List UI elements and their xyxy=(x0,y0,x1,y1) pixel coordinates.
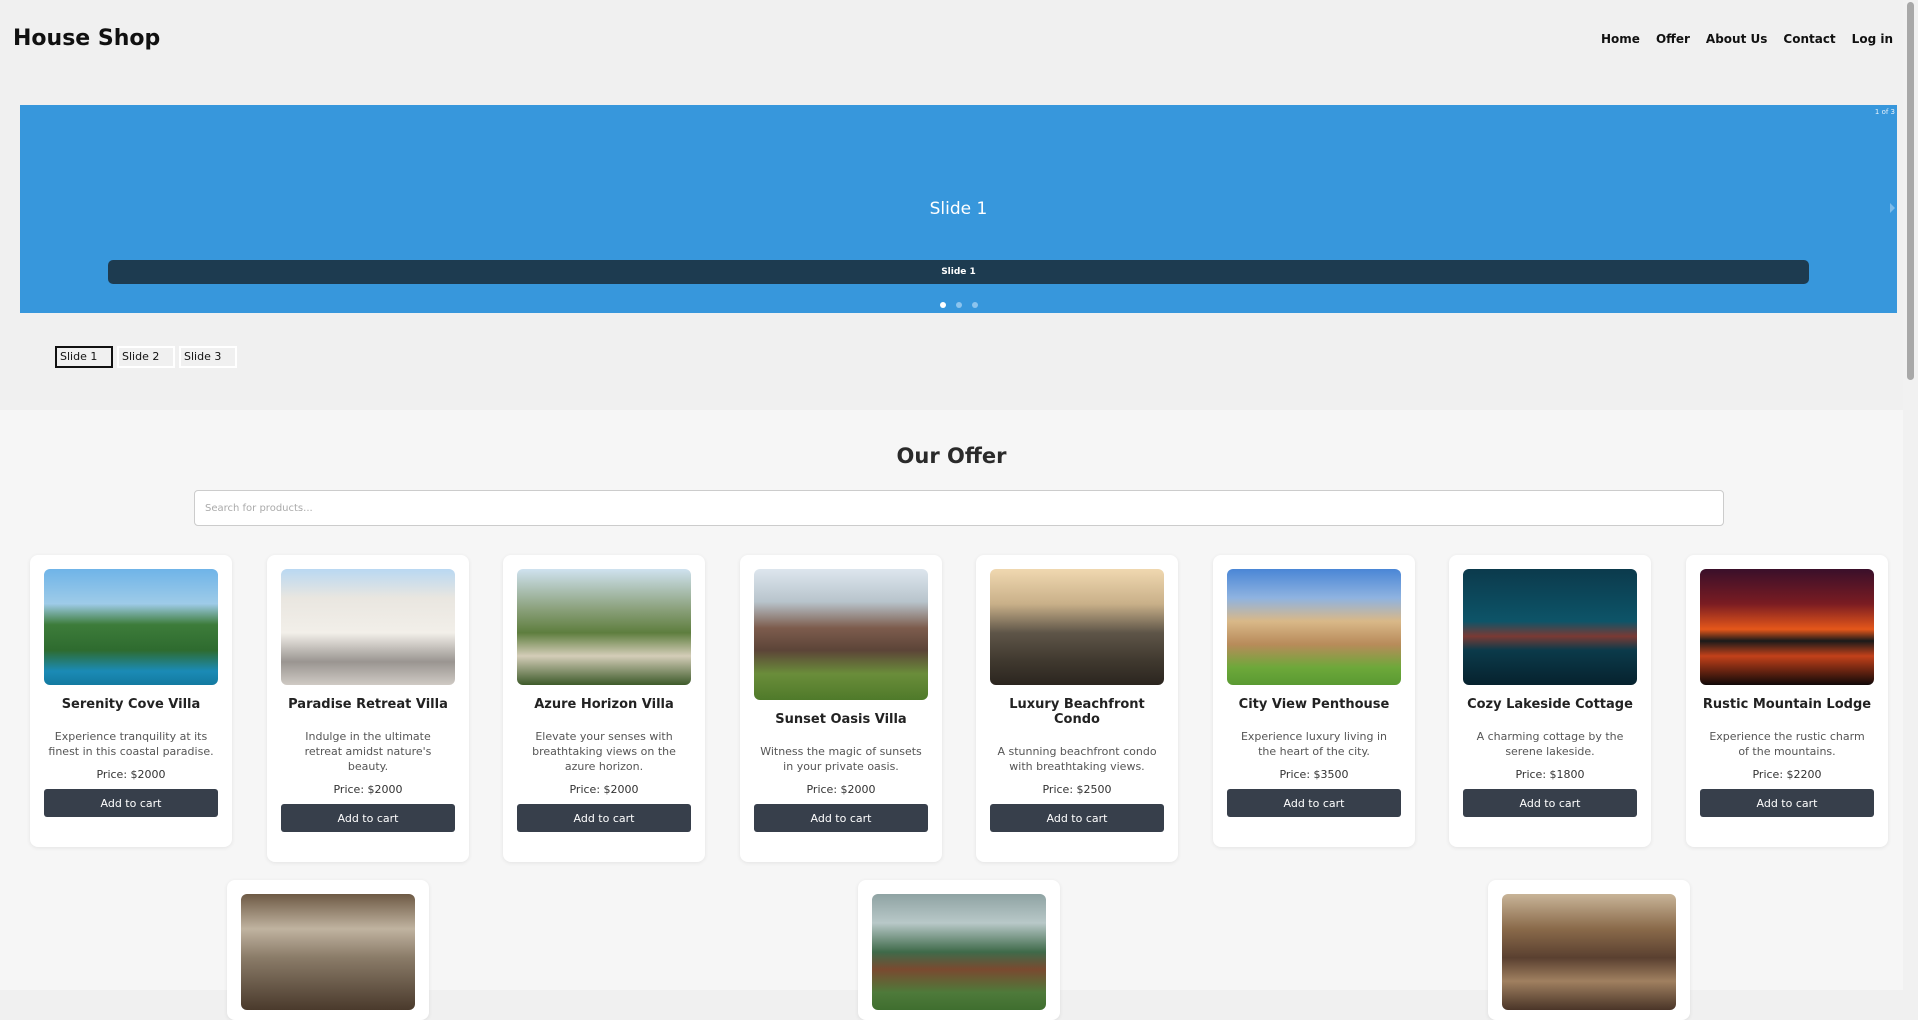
slide-tabs: Slide 1 Slide 2 Slide 3 xyxy=(55,346,237,368)
add-to-cart-button[interactable]: Add to cart xyxy=(1463,789,1637,817)
product-image xyxy=(1700,569,1874,685)
product-description: A stunning beachfront condo with breatht… xyxy=(997,745,1157,773)
product-image xyxy=(241,894,415,1010)
product-price: Price: $3500 xyxy=(1279,768,1349,781)
slide-tab-1[interactable]: Slide 1 xyxy=(55,346,113,368)
product-name: City View Penthouse xyxy=(1238,697,1390,712)
slider-dot-1[interactable] xyxy=(939,302,946,308)
product-card: Sunset Oasis Villa Witness the magic of … xyxy=(740,555,942,862)
header: House Shop Home Offer About Us Contact L… xyxy=(0,0,1903,80)
product-name: Cozy Lakeside Cottage xyxy=(1467,697,1633,712)
nav-offer-link[interactable]: Offer xyxy=(1656,32,1690,46)
product-description: A charming cottage by the serene lakesid… xyxy=(1476,730,1624,758)
nav-home-link[interactable]: Home xyxy=(1601,32,1640,46)
slide-tab-3[interactable]: Slide 3 xyxy=(179,346,237,368)
product-description: Elevate your senses with breathtaking vi… xyxy=(532,730,676,773)
product-image xyxy=(990,569,1164,685)
product-description: Witness the magic of sunsets in your pri… xyxy=(760,745,922,773)
product-price: Price: $1800 xyxy=(1515,768,1585,781)
nav-contact-link[interactable]: Contact xyxy=(1783,32,1835,46)
product-card xyxy=(1488,880,1690,1020)
product-card xyxy=(227,880,429,1020)
add-to-cart-button[interactable]: Add to cart xyxy=(281,804,455,832)
nav-login-link[interactable]: Log in xyxy=(1852,32,1893,46)
product-card: Luxury Beachfront Condo A stunning beach… xyxy=(976,555,1178,862)
product-description: Experience luxury living in the heart of… xyxy=(1240,730,1388,758)
product-image xyxy=(1502,894,1676,1010)
product-card: Serenity Cove Villa Experience tranquili… xyxy=(30,555,232,847)
product-card: City View Penthouse Experience luxury li… xyxy=(1213,555,1415,847)
slide-counter: 1 of 3 xyxy=(1874,108,1895,116)
main-nav: Home Offer About Us Contact Log in xyxy=(1601,32,1893,46)
product-card: Cozy Lakeside Cottage A charming cottage… xyxy=(1449,555,1651,847)
offer-section: Our Offer Serenity Cove Villa Experience… xyxy=(0,410,1903,1020)
add-to-cart-button[interactable]: Add to cart xyxy=(517,804,691,832)
page-scrollbar[interactable] xyxy=(1903,0,1918,990)
product-price: Price: $2000 xyxy=(569,783,639,796)
product-price: Price: $2000 xyxy=(333,783,403,796)
product-image xyxy=(517,569,691,685)
brand-logo[interactable]: House Shop xyxy=(13,26,160,51)
product-image xyxy=(872,894,1046,1010)
product-description: Experience the rustic charm of the mount… xyxy=(1709,730,1865,758)
product-price: Price: $2000 xyxy=(806,783,876,796)
product-card xyxy=(858,880,1060,1020)
product-image xyxy=(754,569,928,700)
slide-tab-2[interactable]: Slide 2 xyxy=(117,346,175,368)
product-search-input[interactable] xyxy=(194,490,1724,526)
product-card: Azure Horizon Villa Elevate your senses … xyxy=(503,555,705,862)
product-name: Azure Horizon Villa xyxy=(534,697,674,712)
product-description: Indulge in the ultimate retreat amidst n… xyxy=(304,730,432,773)
slider-dots xyxy=(20,302,1897,308)
next-arrow-icon[interactable] xyxy=(1890,203,1895,213)
slide-title: Slide 1 xyxy=(929,199,988,219)
product-description: Experience tranquility at its finest in … xyxy=(48,730,214,758)
product-name: Paradise Retreat Villa xyxy=(288,697,448,712)
product-price: Price: $2500 xyxy=(1042,783,1112,796)
product-name: Luxury Beachfront Condo xyxy=(1009,697,1145,727)
add-to-cart-button[interactable]: Add to cart xyxy=(1227,789,1401,817)
product-name: Sunset Oasis Villa xyxy=(775,712,907,727)
product-price: Price: $2200 xyxy=(1752,768,1822,781)
product-price: Price: $2000 xyxy=(96,768,166,781)
product-image xyxy=(281,569,455,685)
product-name: Serenity Cove Villa xyxy=(61,697,201,712)
nav-about-link[interactable]: About Us xyxy=(1706,32,1767,46)
hero-slider: 1 of 3 Slide 1 Slide 1 xyxy=(20,105,1897,313)
add-to-cart-button[interactable]: Add to cart xyxy=(44,789,218,817)
offer-title: Our Offer xyxy=(896,444,1007,468)
add-to-cart-button[interactable]: Add to cart xyxy=(990,804,1164,832)
slide-caption: Slide 1 xyxy=(108,260,1809,284)
slider-dot-3[interactable] xyxy=(971,302,978,308)
product-image xyxy=(1227,569,1401,685)
scrollbar-thumb[interactable] xyxy=(1907,2,1914,380)
product-card: Paradise Retreat Villa Indulge in the ul… xyxy=(267,555,469,862)
add-to-cart-button[interactable]: Add to cart xyxy=(1700,789,1874,817)
product-image xyxy=(44,569,218,685)
slider-dot-2[interactable] xyxy=(955,302,962,308)
product-card: Rustic Mountain Lodge Experience the rus… xyxy=(1686,555,1888,847)
product-name: Rustic Mountain Lodge xyxy=(1702,697,1872,712)
add-to-cart-button[interactable]: Add to cart xyxy=(754,804,928,832)
product-image xyxy=(1463,569,1637,685)
